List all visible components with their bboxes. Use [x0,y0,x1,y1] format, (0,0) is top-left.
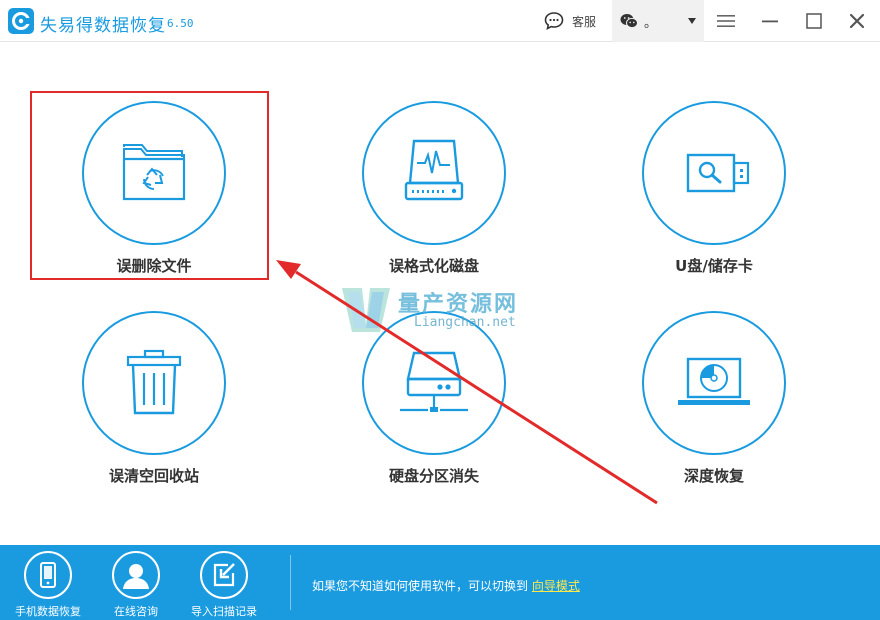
bottom-divider [290,555,291,610]
tile-label: 硬盘分区消失 [388,467,479,485]
import-icon [213,563,235,587]
bottom-item-label: 导入扫描记录 [191,605,257,618]
close-icon[interactable] [846,10,868,32]
tile-recycle-bin[interactable]: 误清空回收站 [54,305,254,505]
tile-circle [642,101,786,245]
tile-circle [362,101,506,245]
person-icon [123,564,149,589]
bottom-item-label: 手机数据恢复 [15,605,81,618]
wizard-mode-link[interactable]: 向导模式 [532,579,580,593]
online-consult-button[interactable]: 在线咨询 [96,551,176,618]
trash-bin-icon [126,349,182,415]
folder-recycle-icon [122,144,186,201]
wechat-icon [620,14,638,29]
support-label: 客服 [572,14,597,29]
tile-usb-card[interactable]: U盘/储存卡 [614,95,814,295]
maximize-icon[interactable] [803,10,825,32]
guide-hint-text: 如果您不知道如何使用软件，可以切换到 [312,579,529,593]
tile-label: 误清空回收站 [108,467,199,485]
app-window: 失易得数据恢复 6.50 客服 。 误删除文件 误格式化磁盘 U盘/储存卡 误清… [0,0,880,620]
tile-deleted-files[interactable]: 误删除文件 [54,95,254,295]
app-title: 失易得数据恢复 [40,16,166,36]
tile-circle [642,311,786,455]
bottom-icon-circle [112,551,160,599]
phone-recovery-button[interactable]: 手机数据恢复 [8,551,88,618]
app-version: 6.50 [167,17,194,30]
laptop-disk-icon [678,357,750,405]
guide-hint: 如果您不知道如何使用软件，可以切换到 向导模式 [312,577,580,594]
tile-label: 误删除文件 [116,257,192,275]
hard-disk-pulse-icon [404,139,464,201]
phone-icon [40,562,56,588]
tile-label: 误格式化磁盘 [388,257,479,275]
chat-bubble-icon [544,12,564,30]
bottom-bar: 手机数据恢复 在线咨询 导入扫描记录 如果您不知道如何使用软件，可以切换到 向导… [0,545,880,620]
wechat-account-dropdown[interactable]: 。 [612,0,704,42]
title-bar: 失易得数据恢复 6.50 客服 。 [0,0,880,42]
minimize-icon[interactable] [759,10,781,32]
app-logo-icon [8,8,34,34]
wechat-username: 。 [644,15,658,31]
tile-label: 深度恢复 [683,467,744,485]
tile-circle [82,311,226,455]
tile-deep-recovery[interactable]: 深度恢复 [614,305,814,505]
tile-label: U盘/储存卡 [675,257,753,275]
watermark-logo-icon [342,288,390,332]
bottom-icon-circle [24,551,72,599]
import-scan-button[interactable]: 导入扫描记录 [184,551,264,618]
watermark: 量产资源网 Liangchan.net [340,284,560,344]
bottom-icon-circle [200,551,248,599]
watermark-subtitle: Liangchan.net [414,315,516,330]
menu-icon[interactable] [715,10,737,32]
support-button[interactable]: 客服 [544,10,596,32]
bottom-item-label: 在线咨询 [114,605,158,618]
chevron-down-icon [688,18,696,24]
tile-formatted-disk[interactable]: 误格式化磁盘 [334,95,534,295]
usb-drive-icon [686,153,750,193]
tile-circle [82,101,226,245]
watermark-title: 量产资源网 [398,292,519,317]
